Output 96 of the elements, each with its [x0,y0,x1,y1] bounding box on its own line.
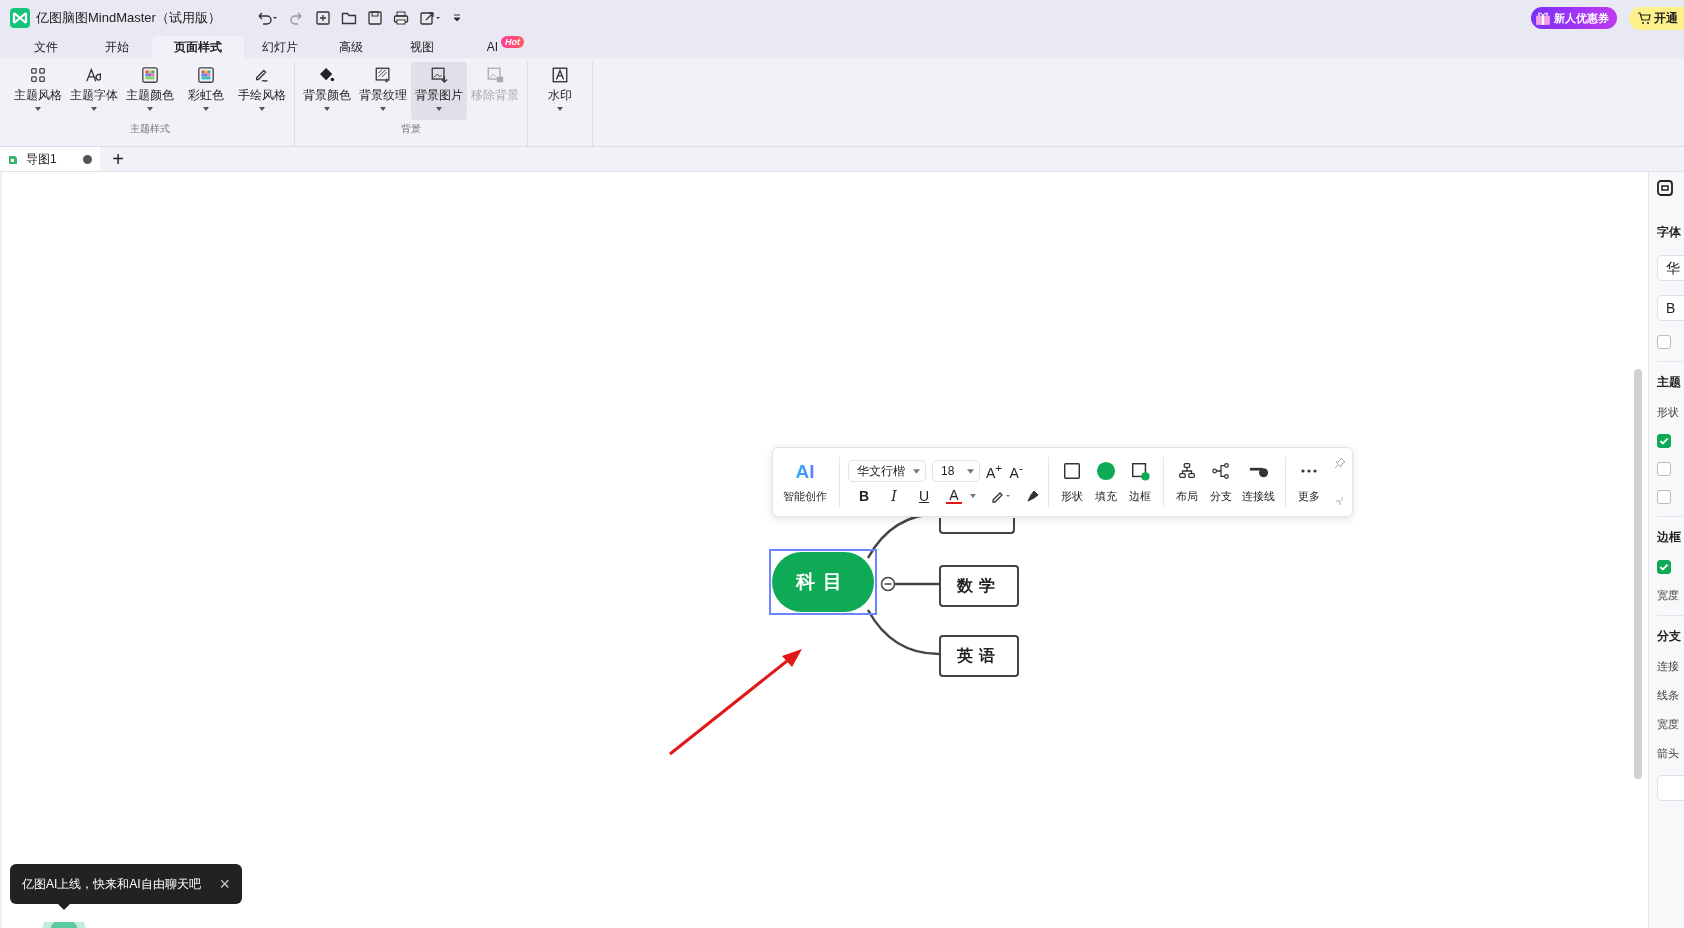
grow-font-button[interactable]: A$^{+}$ [986,461,1003,481]
ribbon-button[interactable]: 主题颜色 [122,62,178,120]
bold-button[interactable]: B [856,488,872,504]
font-select[interactable]: 华文行楷 [848,460,926,482]
gift-icon [1535,10,1551,26]
ribbon-tab[interactable]: 幻灯片 [244,36,315,58]
ribbon-tab[interactable]: 文件 [10,36,81,58]
ribbon-button[interactable]: 背景纹理 [355,62,411,120]
ribbon-button[interactable]: 主题风格 [10,62,66,120]
bucket-icon [318,66,336,84]
subtopic[interactable]: 数学 [939,565,1019,607]
panel-field[interactable]: 华 [1657,255,1684,281]
shrink-font-button[interactable]: A$^{-}$ [1008,461,1025,481]
ribbon-group-label: 主题样式 [130,122,170,136]
ribbon-button[interactable]: 背景颜色 [299,62,355,120]
cart-icon [1637,11,1651,25]
subtopic[interactable]: 英语 [939,635,1019,677]
panel-field[interactable]: B [1657,295,1684,321]
layout-icon [1177,460,1197,481]
ribbon-tab[interactable]: 开始 [81,36,152,58]
ai-create-label[interactable]: 智能创作 [783,488,827,504]
checkbox[interactable] [1657,462,1671,476]
ribbon-button[interactable]: 手绘风格 [234,62,290,120]
toolbar-tool-button[interactable]: 更多 [1294,460,1324,504]
close-button[interactable]: × [219,875,230,893]
export-icon[interactable] [418,10,443,26]
document-tab-title: 导图1 [26,150,57,168]
toolbar-tool-button[interactable]: 边框 [1125,460,1155,504]
checkbox[interactable] [1657,434,1671,448]
panel-section-title: 边框 [1657,529,1682,546]
shape-icon [1062,460,1082,481]
panel-label: 宽度 [1657,588,1680,603]
border-icon [1130,460,1150,481]
mindmap-file-icon [8,153,18,165]
upgrade-button[interactable]: 开通 [1629,6,1684,30]
more-icon [1301,468,1317,473]
toolbar-tool-button[interactable]: 填充 [1091,460,1121,504]
watermark-icon [551,66,569,84]
subtopic-partial[interactable] [939,518,1015,534]
ribbon-tab[interactable]: 页面样式 [152,36,244,58]
brush-icon[interactable] [1026,489,1040,503]
coupon-button[interactable]: 新人优惠券 [1531,7,1617,29]
add-tab-button[interactable]: + [106,147,130,171]
checkbox[interactable] [1657,490,1671,504]
print-icon[interactable] [392,10,409,26]
document-tab[interactable]: 导图1 [0,147,100,171]
scrollbar[interactable] [1634,369,1642,779]
checkbox[interactable] [1657,335,1671,349]
panel-section-title: 字体 [1657,224,1682,241]
panel-label: 箭头 [1657,746,1680,761]
window-title: 亿图脑图MindMaster（试用版） [36,9,221,27]
texture-icon [374,66,392,84]
hot-badge: Hot [501,36,524,48]
image-icon [430,66,448,84]
panel-style-icon[interactable] [1657,180,1673,196]
font-icon [85,66,103,84]
collapse-icon[interactable] [880,576,896,592]
panel-section-title: 分支 [1657,628,1682,645]
panel-section-title: 主题 [1657,374,1682,391]
toolbar-tool-button[interactable]: 布局 [1172,460,1202,504]
panel-label: 宽度 [1657,717,1680,732]
caret-icon [967,468,974,474]
panel-label: 连接 [1657,659,1680,674]
toolbar-tool-button[interactable]: 形状 [1057,460,1087,504]
remove-icon [486,66,504,84]
rainbow-icon [197,66,215,84]
font-size-select[interactable]: 18 [932,460,980,482]
underline-button[interactable]: U [916,488,932,504]
italic-button[interactable]: I [886,488,902,504]
new-file-icon[interactable] [314,10,331,26]
fill-icon [1096,460,1116,481]
branch-line [895,582,939,586]
toolbar-tool-button[interactable]: 连接线 [1240,460,1277,504]
folder-icon[interactable] [340,10,357,26]
caret-icon [970,494,976,498]
ribbon-button[interactable]: 水印 [532,62,588,120]
branch-icon [1211,460,1231,481]
toast-message: 亿图AI上线，快来和AI自由聊天吧 [22,875,201,893]
panel-label: 形状 [1657,405,1680,420]
ribbon-tab[interactable]: 高级 [315,36,386,58]
ribbon-group-label: 背景 [401,122,421,136]
ribbon-button[interactable]: 主题字体 [66,62,122,120]
customize-caret-icon[interactable] [452,13,461,23]
toolbar-tool-button[interactable]: 分支 [1206,460,1236,504]
checkbox[interactable] [1657,560,1671,574]
palette-icon [141,66,159,84]
grid-icon [29,66,47,84]
ribbon-tab[interactable]: AI Hot [457,36,528,58]
save-icon[interactable] [366,10,383,26]
caret-icon [913,468,920,474]
app-logo-icon [10,8,30,28]
ribbon-button[interactable]: 背景图片 [411,62,467,120]
ribbon-button[interactable]: 彩虹色 [178,62,234,120]
ribbon-tab[interactable]: 视图 [386,36,457,58]
panel-label: 线条 [1657,688,1680,703]
font-color-button[interactable]: A [946,488,962,504]
